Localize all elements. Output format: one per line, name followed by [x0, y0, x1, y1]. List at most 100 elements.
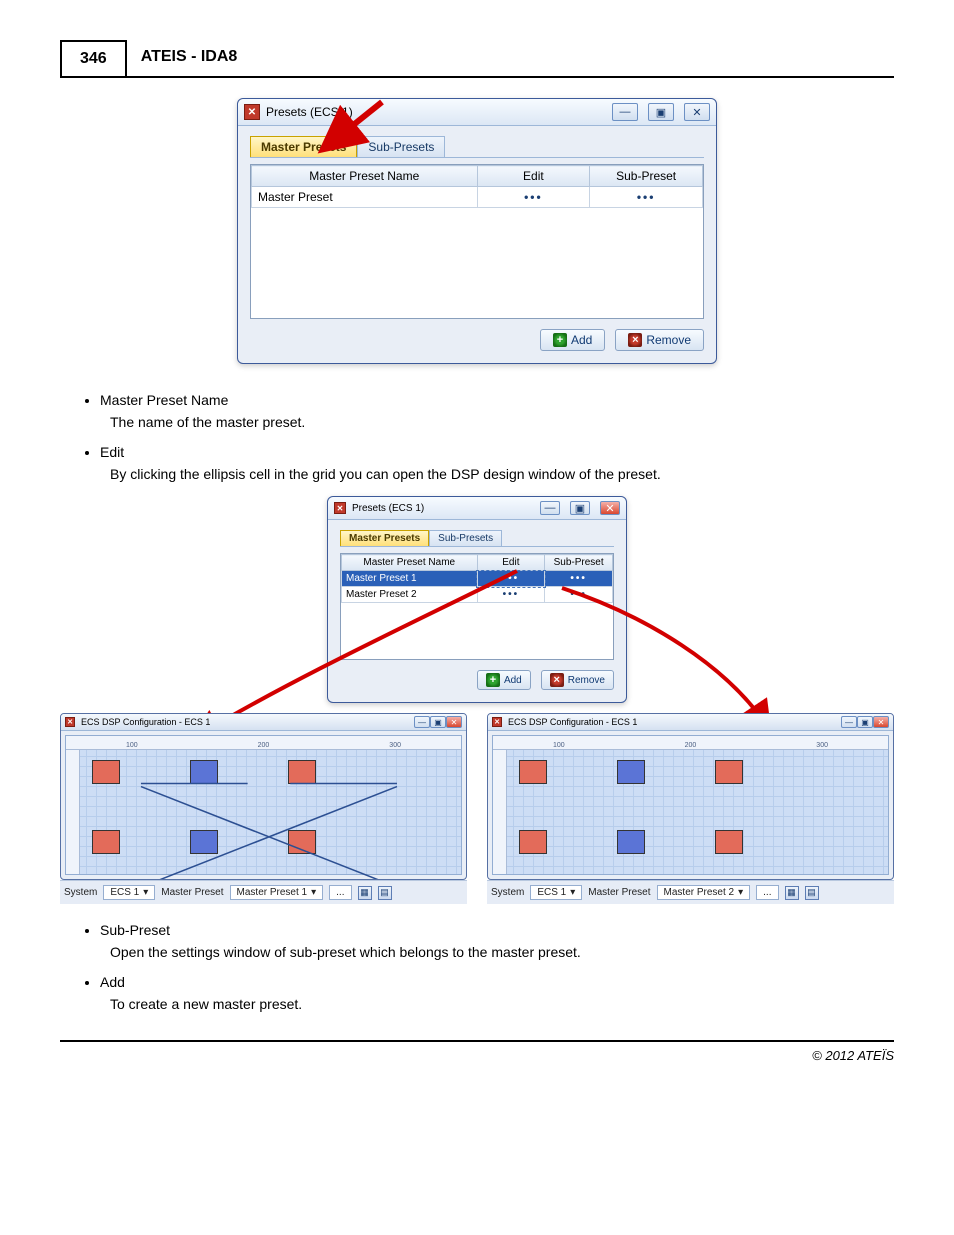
- titlebar[interactable]: ✕ ECS DSP Configuration - ECS 1 — ▣ ✕: [61, 714, 466, 731]
- desc-1: The name of the master preset.: [110, 414, 894, 430]
- cell-sub-ellipsis[interactable]: •••: [545, 587, 613, 603]
- bullet-master-preset-name: Master Preset Name: [100, 392, 894, 408]
- close-button[interactable]: ✕: [446, 716, 462, 728]
- close-button[interactable]: ✕: [600, 501, 620, 515]
- col-sub[interactable]: Sub-Preset: [590, 166, 703, 187]
- bullet-edit: Edit: [100, 444, 894, 460]
- chevron-down-icon: ▾: [738, 887, 743, 898]
- titlebar[interactable]: ✕ Presets (ECS 1) — ▣ ✕: [328, 497, 626, 520]
- add-button[interactable]: Add: [540, 329, 605, 351]
- add-button[interactable]: Add: [477, 670, 531, 690]
- mp-select[interactable]: Master Preset 1▾: [230, 885, 324, 900]
- horizontal-ruler: 100 200 300: [66, 736, 461, 750]
- toolbar-icon-1[interactable]: ▦: [358, 886, 372, 900]
- col-name[interactable]: Master Preset Name: [342, 555, 478, 571]
- tab-master-presets[interactable]: Master Presets: [340, 530, 429, 546]
- remove-label: Remove: [646, 333, 691, 347]
- maximize-button[interactable]: ▣: [648, 103, 674, 121]
- tab-sub-presets[interactable]: Sub-Presets: [357, 136, 445, 157]
- chevron-down-icon: ▾: [570, 887, 575, 898]
- dsp-canvas[interactable]: 100 200 300: [65, 735, 462, 875]
- dsp-canvas[interactable]: 100 200 300: [492, 735, 889, 875]
- col-sub[interactable]: Sub-Preset: [545, 555, 613, 571]
- add-label: Add: [504, 675, 522, 686]
- system-label: System: [64, 887, 97, 898]
- close-button[interactable]: ✕: [684, 103, 710, 121]
- add-label: Add: [571, 333, 592, 347]
- dsp-node-output-b[interactable]: [715, 830, 743, 854]
- bullet-add: Add: [100, 974, 894, 990]
- maximize-button[interactable]: ▣: [570, 501, 590, 515]
- cell-name[interactable]: Master Preset 1: [342, 571, 478, 587]
- chevron-down-icon: ▾: [143, 887, 148, 898]
- app-icon: ✕: [244, 104, 260, 120]
- mp-label: Master Preset: [588, 887, 650, 898]
- horizontal-ruler: 100 200 300: [493, 736, 888, 750]
- close-button[interactable]: ✕: [873, 716, 889, 728]
- tab-sub-presets[interactable]: Sub-Presets: [429, 530, 502, 546]
- tab-master-presets[interactable]: Master Presets: [250, 136, 357, 157]
- tab-strip: Master Presets Sub-Presets: [250, 136, 704, 158]
- col-name[interactable]: Master Preset Name: [252, 166, 478, 187]
- cell-sub-ellipsis[interactable]: •••: [590, 187, 703, 208]
- cell-edit-ellipsis[interactable]: •••: [477, 587, 545, 603]
- remove-icon: [628, 333, 642, 347]
- page-footer-copyright: © 2012 ATEÏS: [60, 1040, 894, 1063]
- app-icon: ✕: [65, 717, 75, 727]
- mp-ellipsis-button[interactable]: ...: [756, 885, 778, 900]
- cell-edit-ellipsis[interactable]: •••: [477, 571, 545, 587]
- toolbar-icon-1[interactable]: ▦: [785, 886, 799, 900]
- dsp-footer: System ECS 1▾ Master Preset Master Prese…: [60, 880, 467, 904]
- cell-sub-ellipsis[interactable]: •••: [545, 571, 613, 587]
- bullet-sub-preset: Sub-Preset: [100, 922, 894, 938]
- desc-4: To create a new master preset.: [110, 996, 894, 1012]
- maximize-button[interactable]: ▣: [857, 716, 873, 728]
- dsp-footer: System ECS 1▾ Master Preset Master Prese…: [487, 880, 894, 904]
- system-select[interactable]: ECS 1▾: [530, 885, 582, 900]
- remove-button[interactable]: Remove: [615, 329, 704, 351]
- presets-window-small: ✕ Presets (ECS 1) — ▣ ✕ Master Presets S…: [327, 496, 627, 703]
- presets-grid: Master Preset Name Edit Sub-Preset Maste…: [251, 165, 703, 208]
- window-title: Presets (ECS 1): [266, 105, 612, 119]
- dsp-window-left: ✕ ECS DSP Configuration - ECS 1 — ▣ ✕ 10…: [60, 713, 467, 904]
- dsp-node-output-a[interactable]: [715, 760, 743, 784]
- dsp-node-process-b[interactable]: [617, 830, 645, 854]
- col-edit[interactable]: Edit: [477, 555, 545, 571]
- titlebar[interactable]: ✕ Presets (ECS 1) — ▣ ✕: [238, 99, 716, 126]
- system-select[interactable]: ECS 1▾: [103, 885, 155, 900]
- toolbar-icon-2[interactable]: ▤: [805, 886, 819, 900]
- minimize-button[interactable]: —: [841, 716, 857, 728]
- col-edit[interactable]: Edit: [477, 166, 590, 187]
- system-label: System: [491, 887, 524, 898]
- grid-empty-area: [251, 208, 703, 318]
- mp-select[interactable]: Master Preset 2▾: [657, 885, 751, 900]
- window-title: Presets (ECS 1): [352, 503, 540, 514]
- dsp-node-input-a[interactable]: [519, 760, 547, 784]
- remove-label: Remove: [568, 675, 605, 686]
- add-icon: [486, 673, 500, 687]
- page-number: 346: [60, 40, 127, 76]
- cell-edit-ellipsis[interactable]: •••: [477, 187, 590, 208]
- dsp-row: ✕ ECS DSP Configuration - ECS 1 — ▣ ✕ 10…: [60, 713, 894, 904]
- toolbar-icon-2[interactable]: ▤: [378, 886, 392, 900]
- chevron-down-icon: ▾: [311, 887, 316, 898]
- table-row[interactable]: Master Preset ••• •••: [252, 187, 703, 208]
- dsp-node-input-b[interactable]: [519, 830, 547, 854]
- minimize-button[interactable]: —: [414, 716, 430, 728]
- window-title: ECS DSP Configuration - ECS 1: [81, 717, 210, 727]
- maximize-button[interactable]: ▣: [430, 716, 446, 728]
- titlebar[interactable]: ✕ ECS DSP Configuration - ECS 1 — ▣ ✕: [488, 714, 893, 731]
- grid-empty-area: [341, 603, 613, 659]
- mp-ellipsis-button[interactable]: ...: [329, 885, 351, 900]
- app-icon: ✕: [334, 502, 346, 514]
- minimize-button[interactable]: —: [612, 103, 638, 121]
- page-title: ATEIS - IDA8: [127, 40, 252, 76]
- remove-button[interactable]: Remove: [541, 670, 614, 690]
- minimize-button[interactable]: —: [540, 501, 560, 515]
- cell-name[interactable]: Master Preset 2: [342, 587, 478, 603]
- table-row[interactable]: Master Preset 2 ••• •••: [342, 587, 613, 603]
- dsp-node-process-a[interactable]: [617, 760, 645, 784]
- vertical-ruler: [493, 750, 507, 874]
- table-row[interactable]: Master Preset 1 ••• •••: [342, 571, 613, 587]
- cell-name[interactable]: Master Preset: [252, 187, 478, 208]
